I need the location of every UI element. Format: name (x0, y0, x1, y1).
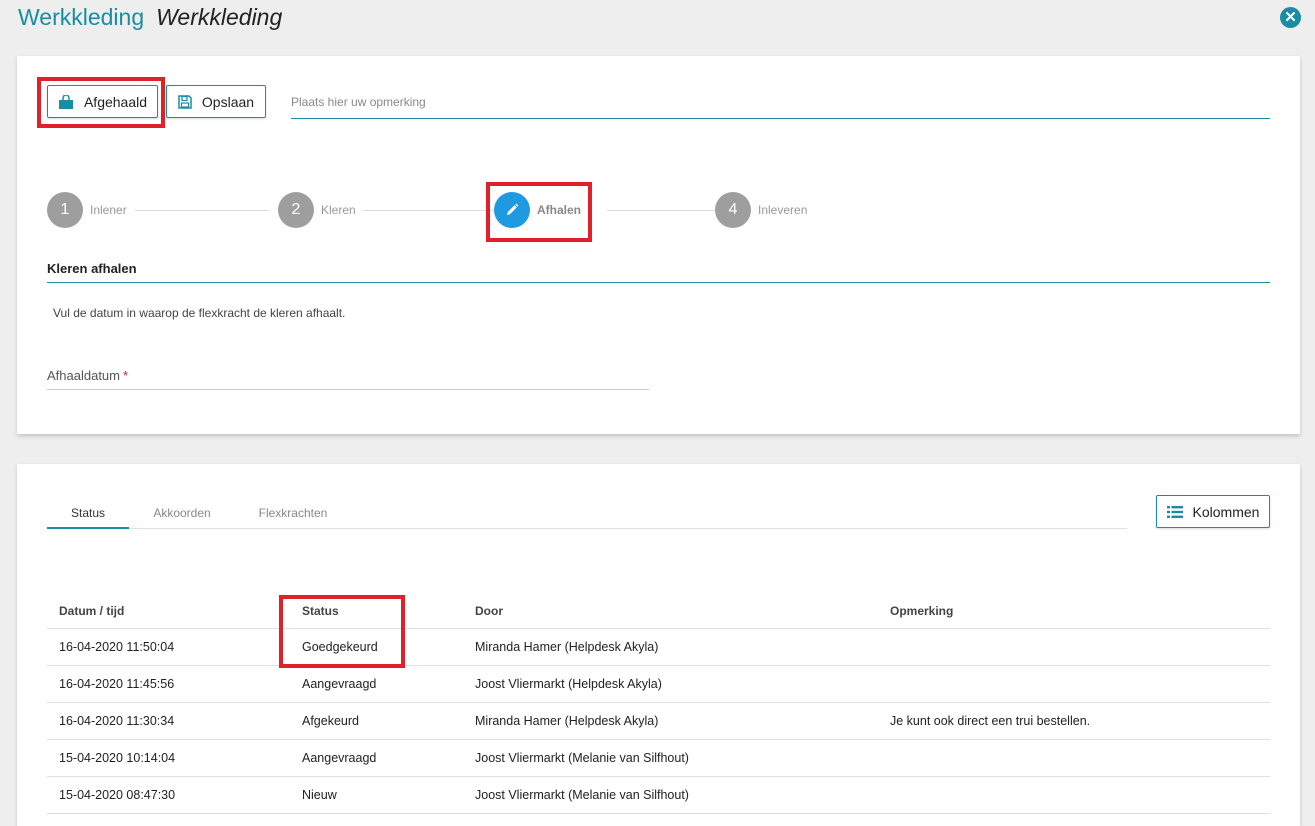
table-row[interactable]: 15-04-2020 08:47:30 Nieuw Joost Vliermar… (47, 777, 1270, 814)
pencil-icon (494, 192, 530, 228)
status-table: Datum / tijd Status Door Opmerking 16-04… (47, 594, 1270, 814)
column-header-status[interactable]: Status (302, 594, 339, 628)
cell-status: Goedgekeurd (302, 640, 378, 654)
step-connector (607, 210, 725, 211)
column-header-door[interactable]: Door (475, 594, 503, 628)
step-connector (135, 210, 269, 211)
kolommen-label: Kolommen (1192, 503, 1260, 520)
afgehaald-button[interactable]: Afgehaald (47, 85, 158, 118)
page-subtitle: Werkkleding (156, 4, 283, 30)
afhaaldatum-label: Afhaaldatum (47, 368, 120, 383)
section-divider (47, 282, 1270, 283)
list-icon (1166, 505, 1183, 518)
cell-door: Joost Vliermarkt (Melanie van Silfhout) (475, 751, 689, 765)
section-title: Kleren afhalen (47, 261, 137, 276)
cell-datum: 16-04-2020 11:30:34 (59, 714, 175, 728)
close-icon[interactable]: ✕ (1280, 7, 1301, 28)
cell-status: Afgekeurd (302, 714, 359, 728)
step-label: Kleren (321, 203, 356, 217)
tab-flexkrachten[interactable]: Flexkrachten (251, 504, 335, 529)
cell-status: Nieuw (302, 788, 337, 802)
section-description: Vul de datum in waarop de flexkracht de … (53, 306, 346, 320)
cell-datum: 16-04-2020 11:45:56 (59, 677, 175, 691)
cell-status: Aangevraagd (302, 751, 377, 765)
step-afhalen[interactable]: Afhalen (494, 192, 581, 228)
remark-input[interactable] (291, 86, 1270, 119)
required-mark: * (123, 368, 129, 383)
page-title: Werkkleding (18, 4, 145, 30)
afgehaald-label: Afgehaald (83, 93, 148, 110)
tab-status[interactable]: Status (47, 504, 129, 529)
cell-door: Miranda Hamer (Helpdesk Akyla) (475, 714, 659, 728)
step-connector (363, 210, 493, 211)
table-row[interactable]: 16-04-2020 11:45:56 Aangevraagd Joost Vl… (47, 666, 1270, 703)
afhaaldatum-field[interactable]: Afhaaldatum * (47, 368, 128, 383)
cell-status: Aangevraagd (302, 677, 377, 691)
step-number: 2 (278, 192, 314, 228)
cell-opmerking: Je kunt ook direct een trui bestellen. (890, 714, 1091, 728)
cell-datum: 15-04-2020 08:47:30 (59, 788, 176, 802)
kolommen-button[interactable]: Kolommen (1156, 495, 1270, 528)
cell-datum: 15-04-2020 10:14:04 (59, 751, 176, 765)
shopping-bag-icon (58, 94, 73, 109)
step-kleren[interactable]: 2 Kleren (278, 192, 356, 228)
workflow-card: Afgehaald Opslaan 1 Inlener 2 Kleren (17, 56, 1300, 434)
column-header-opmerking[interactable]: Opmerking (890, 594, 953, 628)
step-label: Inleveren (758, 203, 808, 217)
column-header-datum[interactable]: Datum / tijd (59, 594, 124, 628)
opslaan-label: Opslaan (201, 93, 255, 110)
opslaan-button[interactable]: Opslaan (166, 85, 266, 118)
cell-door: Joost Vliermarkt (Helpdesk Akyla) (475, 677, 662, 691)
tab-bar: Status Akkoorden Flexkrachten (47, 504, 1127, 529)
table-row[interactable]: 15-04-2020 10:14:04 Aangevraagd Joost Vl… (47, 740, 1270, 777)
page-header: Werkkleding Werkkleding (18, 4, 282, 34)
cell-door: Miranda Hamer (Helpdesk Akyla) (475, 640, 659, 654)
stepper: 1 Inlener 2 Kleren Afhalen 4 Inleveren (47, 192, 847, 228)
table-header: Datum / tijd Status Door Opmerking (47, 594, 1270, 629)
tab-akkoorden[interactable]: Akkoorden (143, 504, 221, 529)
cell-datum: 16-04-2020 11:50:04 (59, 640, 175, 654)
step-label: Inlener (90, 203, 127, 217)
step-number: 4 (715, 192, 751, 228)
cell-door: Joost Vliermarkt (Melanie van Silfhout) (475, 788, 689, 802)
afhaaldatum-underline (47, 389, 649, 390)
step-label: Afhalen (537, 203, 582, 217)
table-row[interactable]: 16-04-2020 11:30:34 Afgekeurd Miranda Ha… (47, 703, 1270, 740)
table-row[interactable]: 16-04-2020 11:50:04 Goedgekeurd Miranda … (47, 629, 1270, 666)
floppy-disk-icon (178, 94, 192, 109)
history-card: Status Akkoorden Flexkrachten Kolommen D… (17, 464, 1300, 826)
step-inleveren[interactable]: 4 Inleveren (715, 192, 807, 228)
step-inlener[interactable]: 1 Inlener (47, 192, 127, 228)
step-number: 1 (47, 192, 83, 228)
